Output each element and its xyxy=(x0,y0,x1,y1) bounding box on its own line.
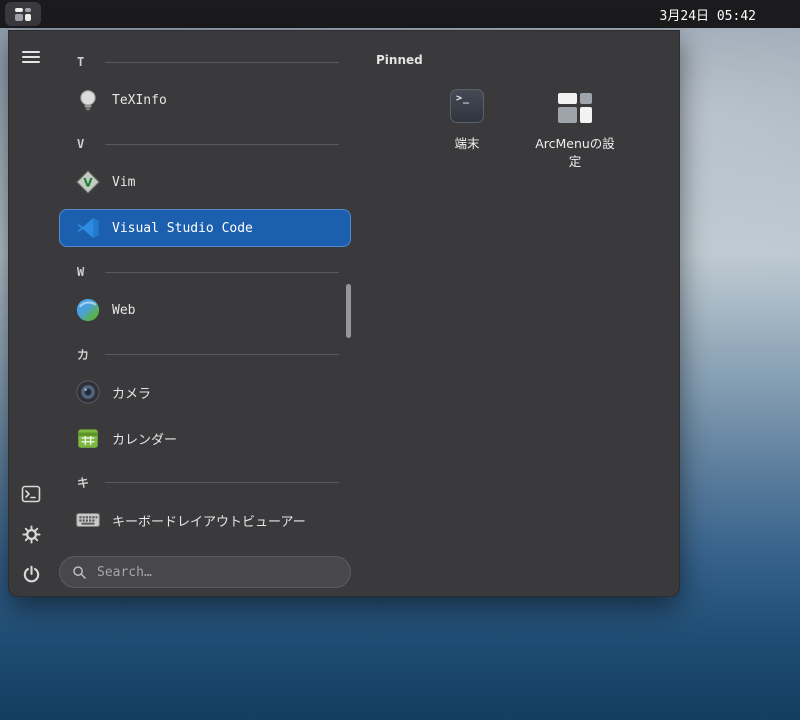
settings-button[interactable] xyxy=(21,524,41,544)
app-label: キーボードレイアウトビューアー xyxy=(112,514,306,530)
app-label: Web xyxy=(112,302,136,318)
app-item-texinfo[interactable]: TeXInfo xyxy=(59,81,351,119)
top-panel: 3月24日 05:42 xyxy=(0,0,800,28)
terminal-shortcut-button[interactable] xyxy=(21,484,41,504)
arcmenu-icon xyxy=(558,87,592,125)
web-globe-icon xyxy=(75,297,101,323)
app-item-vim[interactable]: V Vim xyxy=(59,163,351,201)
section-letter: W xyxy=(77,265,85,279)
section-divider xyxy=(105,61,339,63)
arcmenu-button[interactable] xyxy=(5,2,41,26)
pinned-item-terminal[interactable]: >_ 端末 xyxy=(417,81,517,177)
hamburger-menu-icon[interactable] xyxy=(22,51,40,63)
app-item-camera[interactable]: カメラ xyxy=(59,373,351,411)
pinned-header: Pinned xyxy=(376,53,423,67)
terminal-icon xyxy=(21,485,41,503)
arcmenu-icon xyxy=(15,7,31,21)
vim-icon: V xyxy=(75,169,101,195)
pinned-item-arcmenu-settings[interactable]: ArcMenuの設定 xyxy=(525,81,625,177)
power-button[interactable] xyxy=(21,564,41,584)
search-icon xyxy=(73,565,86,579)
app-item-keyboard-viewer[interactable]: キーボードレイアウトビューアー xyxy=(59,501,351,539)
app-label: カレンダー xyxy=(112,432,178,448)
vscode-icon xyxy=(75,215,101,241)
section-letter: キ xyxy=(77,475,90,490)
scrollbar-thumb[interactable] xyxy=(346,284,351,338)
app-item-web[interactable]: Web xyxy=(59,291,351,329)
section-letter: V xyxy=(77,137,85,151)
section-letter-row: W xyxy=(59,261,351,283)
app-item-calendar[interactable]: カレンダー xyxy=(59,419,351,457)
section-letter: カ xyxy=(77,347,90,362)
power-icon xyxy=(23,565,39,582)
lightbulb-icon xyxy=(75,87,101,113)
calendar-icon xyxy=(75,425,101,451)
section-letter-row: カ xyxy=(59,343,351,365)
app-list: T TeXInfo V V Vim Visual Studio Code W W… xyxy=(59,43,351,539)
terminal-icon: >_ xyxy=(450,87,484,125)
section-divider xyxy=(105,271,339,273)
clock[interactable]: 3月24日 05:42 xyxy=(660,0,756,28)
app-item-vscode-selected[interactable]: Visual Studio Code xyxy=(59,209,351,247)
search-input[interactable] xyxy=(95,563,338,581)
app-label: TeXInfo xyxy=(112,92,167,108)
camera-icon xyxy=(75,379,101,405)
section-letter-row: キ xyxy=(59,471,351,493)
keyboard-icon xyxy=(75,507,101,533)
svg-text:V: V xyxy=(83,175,93,189)
pinned-label: 端末 xyxy=(454,136,480,151)
app-label: Vim xyxy=(112,174,136,190)
app-label: Visual Studio Code xyxy=(112,220,253,236)
app-label: カメラ xyxy=(112,386,152,402)
section-divider xyxy=(105,353,339,355)
section-letter-row: V xyxy=(59,133,351,155)
section-letter-row: T xyxy=(59,51,351,73)
pinned-label: ArcMenuの設定 xyxy=(535,136,615,170)
section-letter: T xyxy=(77,55,85,69)
pinned-grid: >_ 端末 ArcMenuの設定 xyxy=(417,81,625,177)
section-divider xyxy=(105,143,339,145)
search-bar xyxy=(59,556,351,588)
arcmenu-panel: T TeXInfo V V Vim Visual Studio Code W W… xyxy=(8,30,680,597)
section-divider xyxy=(105,481,339,483)
settings-gear-icon xyxy=(21,524,41,544)
